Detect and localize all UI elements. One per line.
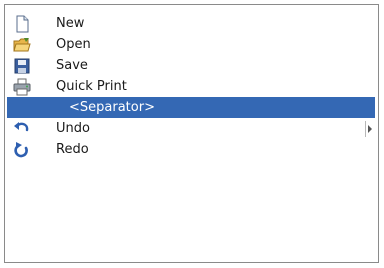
menu-item-separator[interactable]: <Separator> bbox=[7, 97, 375, 118]
printer-icon bbox=[13, 78, 31, 96]
menu-item-label: Save bbox=[56, 58, 88, 73]
menu-item-new[interactable]: New bbox=[7, 13, 375, 34]
menu-item-label: Quick Print bbox=[56, 79, 127, 94]
menu-item-label: Redo bbox=[56, 142, 89, 157]
menu-item-quick-print[interactable]: Quick Print bbox=[7, 76, 375, 97]
menu-item-label: New bbox=[56, 16, 85, 31]
menu-item-save[interactable]: Save bbox=[7, 55, 375, 76]
menu-item-open[interactable]: Open bbox=[7, 34, 375, 55]
undo-icon bbox=[13, 120, 31, 138]
redo-icon bbox=[13, 141, 31, 159]
menu-item-undo[interactable]: Undo bbox=[7, 118, 375, 139]
submenu-arrow-icon[interactable] bbox=[365, 121, 374, 137]
menu-item-label: Open bbox=[56, 37, 91, 52]
menu-item-redo[interactable]: Redo bbox=[7, 139, 375, 160]
new-document-icon bbox=[13, 15, 31, 33]
menu-item-label: <Separator> bbox=[69, 100, 155, 115]
menu-item-label: Undo bbox=[56, 121, 90, 136]
open-folder-icon bbox=[13, 36, 31, 54]
save-disk-icon bbox=[13, 57, 31, 75]
menu-items-list[interactable]: New Open Save Quick Print <Separator> Un… bbox=[4, 4, 379, 263]
